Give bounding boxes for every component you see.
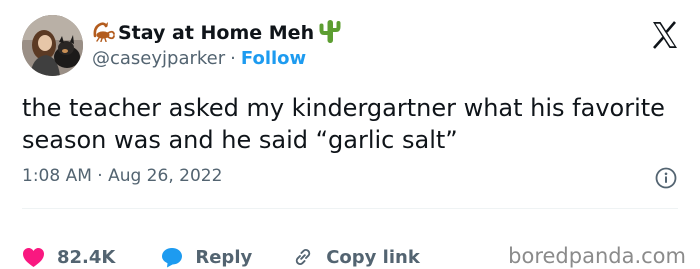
speech-bubble-icon <box>162 247 183 267</box>
like-button[interactable]: 82.4K <box>22 247 115 268</box>
x-logo-icon[interactable] <box>650 20 680 50</box>
copy-link-button[interactable]: Copy link <box>292 246 420 268</box>
heart-icon <box>23 247 44 267</box>
follow-link[interactable]: Follow <box>241 48 306 69</box>
copy-link-label: Copy link <box>326 246 420 268</box>
tweet-actions: 82.4K Reply Copy link <box>22 245 420 269</box>
handle-row: @caseyjparker · Follow <box>92 48 306 69</box>
info-icon[interactable] <box>655 167 677 189</box>
link-icon <box>296 249 311 265</box>
tweet-timestamp[interactable]: 1:08 AM · Aug 26, 2022 <box>22 166 222 186</box>
tweet-card: Stay at Home Meh @caseyjparker · Follow … <box>0 0 700 268</box>
user-handle[interactable]: @caseyjparker <box>92 48 225 69</box>
reply-button[interactable]: Reply <box>161 247 252 268</box>
display-name: Stay at Home Meh <box>118 22 315 44</box>
divider <box>22 208 678 209</box>
tweet-text: the teacher asked my kindergartner what … <box>22 94 665 154</box>
reply-label: Reply <box>195 246 253 268</box>
display-name-row[interactable]: Stay at Home Meh <box>92 19 342 47</box>
scorpion-icon <box>92 20 116 46</box>
separator-dot: · <box>230 48 236 69</box>
watermark: boredpanda.com <box>508 244 686 268</box>
like-count: 82.4K <box>57 246 116 268</box>
cactus-icon <box>318 18 342 48</box>
avatar[interactable] <box>22 15 83 76</box>
